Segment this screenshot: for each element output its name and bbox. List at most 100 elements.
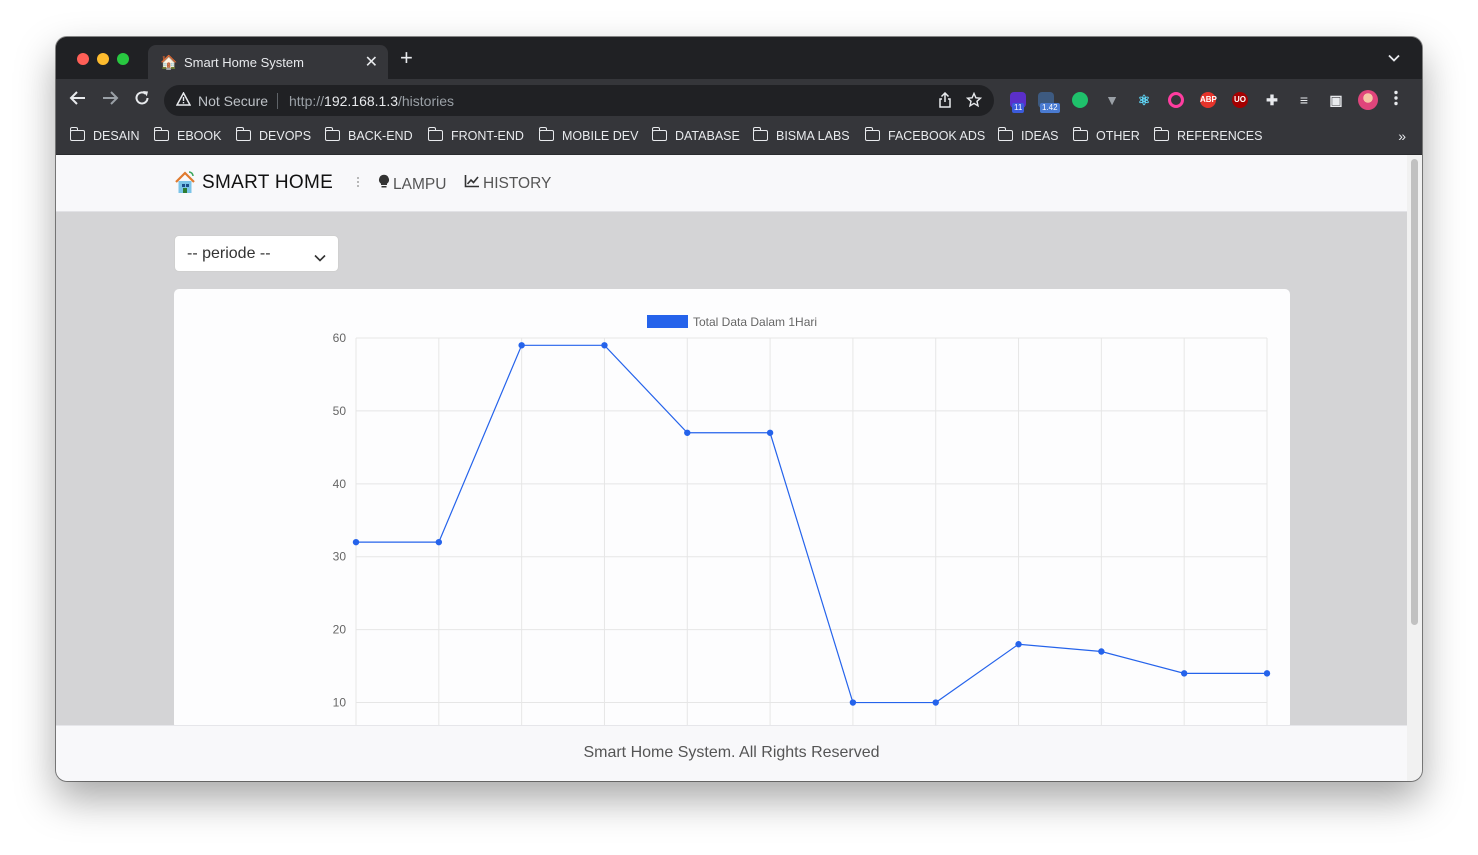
bookmark-folder-ideas[interactable]: IDEAS: [997, 127, 1059, 143]
series-line: [356, 344, 1267, 704]
bookmark-label: DESAIN: [93, 129, 140, 143]
bookmark-label: BACK-END: [348, 129, 413, 143]
data-point: [849, 699, 857, 706]
bookmark-label: IDEAS: [1021, 129, 1059, 143]
data-point: [352, 538, 360, 546]
nav-link-history[interactable]: HISTORY: [464, 174, 551, 193]
bookmark-folder-database[interactable]: DATABASE: [651, 127, 740, 143]
bookmark-folder-devops[interactable]: DEVOPS: [235, 127, 312, 143]
url-text[interactable]: http://192.168.1.3/histories: [289, 93, 454, 109]
folder-icon: [324, 127, 340, 141]
y-tick-label: 50: [333, 404, 347, 418]
green-dot-ext-icon[interactable]: [1072, 92, 1088, 108]
color-ring-ext-icon[interactable]: [1168, 92, 1184, 108]
brand-name: SMART HOME: [202, 172, 334, 193]
y-tick-label: 20: [333, 623, 347, 637]
bookmark-folder-facebook-ads[interactable]: FACEBOOK ADS: [864, 127, 986, 143]
more-menu-icon[interactable]: [1394, 90, 1398, 111]
maximize-window-button[interactable]: [117, 53, 129, 65]
nav-link-lampu-label: LAMPU: [393, 176, 447, 193]
site-navbar: SMART HOME LAMPU HISTORY: [56, 155, 1407, 212]
bookmark-label: REFERENCES: [1177, 129, 1263, 143]
minimize-window-button[interactable]: [97, 53, 109, 65]
new-tab-button[interactable]: +: [400, 47, 413, 69]
nav-link-lampu[interactable]: LAMPU: [378, 174, 446, 194]
bookmark-label: BISMA LABS: [776, 129, 850, 143]
footer-text: Smart Home System. All Rights Reserved: [583, 744, 880, 761]
folder-icon: [864, 127, 880, 141]
data-point: [1180, 670, 1188, 677]
browser-toolbar: Not Secure http://192.168.1.3/histories …: [56, 79, 1422, 122]
tab-close-icon[interactable]: ✕: [365, 52, 378, 72]
bookmark-folder-bisma-labs[interactable]: BISMA LABS: [752, 127, 850, 143]
extensions-icon[interactable]: ✚: [1264, 92, 1280, 108]
folder-icon: [1153, 127, 1169, 141]
folder-icon: [651, 127, 667, 141]
browser-tab[interactable]: 🏠 Smart Home System ✕: [148, 45, 388, 79]
ublock-ext-icon[interactable]: UO: [1232, 92, 1248, 108]
folder-icon: [752, 127, 768, 141]
period-select-value: -- periode --: [187, 245, 271, 262]
bookmark-star-icon[interactable]: [965, 91, 983, 112]
legend-label: Total Data Dalam 1Hari: [693, 315, 817, 329]
history-line-chart: 60 50 40 30 20 10 Total Data Dalam 1Hari: [333, 315, 1271, 729]
extension-badge: 1.42: [1040, 103, 1060, 113]
bookmark-folder-references[interactable]: REFERENCES: [1153, 127, 1263, 143]
y-tick-label: 10: [333, 696, 347, 710]
data-point: [435, 538, 443, 546]
address-bar[interactable]: Not Secure http://192.168.1.3/histories: [164, 85, 994, 116]
line-chart-icon: [464, 174, 480, 191]
url-host: 192.168.1.3: [324, 93, 398, 109]
media-icon[interactable]: ≡: [1296, 92, 1312, 108]
share-icon[interactable]: [938, 91, 952, 112]
bookmark-label: FACEBOOK ADS: [888, 129, 986, 143]
legend-swatch: [647, 315, 688, 328]
period-select[interactable]: -- periode --: [174, 235, 339, 272]
smart-house-icon: [175, 171, 195, 193]
close-window-button[interactable]: [77, 53, 89, 65]
react-ext-icon[interactable]: ⚛: [1136, 92, 1152, 108]
data-point: [766, 429, 774, 436]
bookmark-folder-front-end[interactable]: FRONT-END: [427, 127, 524, 143]
browser-window: 🏠 Smart Home System ✕ + Not Secure http:…: [56, 37, 1422, 781]
reload-icon[interactable]: [133, 89, 151, 112]
chevron-down-icon: [314, 249, 326, 267]
bulb-icon: [378, 174, 390, 192]
bookmark-label: OTHER: [1096, 129, 1140, 143]
url-scheme: http://: [289, 93, 325, 109]
folder-icon: [538, 127, 554, 141]
data-point: [1015, 641, 1022, 648]
bookmark-folder-ebook[interactable]: EBOOK: [153, 127, 222, 143]
data-point: [1098, 648, 1105, 655]
security-label[interactable]: Not Secure: [198, 93, 268, 109]
folder-icon: [69, 127, 85, 141]
bookmark-folder-other[interactable]: OTHER: [1072, 127, 1140, 143]
abp-ext-icon[interactable]: ABP: [1200, 92, 1217, 108]
bookmark-label: DEVOPS: [259, 129, 312, 143]
extension-badge: 11: [1012, 103, 1025, 113]
bookmark-folder-desain[interactable]: DESAIN: [69, 127, 140, 143]
folder-icon: [997, 127, 1013, 141]
page-scrollbar[interactable]: [1407, 155, 1422, 781]
sidepanel-icon[interactable]: ▣: [1328, 92, 1344, 108]
tab-search-chevron-icon[interactable]: [1388, 49, 1400, 65]
site-footer: Smart Home System. All Rights Reserved: [56, 725, 1407, 781]
bookmark-folder-mobile-dev[interactable]: MOBILE DEV: [538, 127, 639, 143]
folder-icon: [153, 127, 169, 141]
warning-icon[interactable]: [175, 91, 192, 109]
vue-ext-icon[interactable]: ▼: [1104, 92, 1120, 108]
back-arrow-icon[interactable]: [69, 89, 87, 112]
profile-avatar[interactable]: [1358, 90, 1378, 110]
omnibox-separator: [277, 93, 278, 109]
tab-strip: 🏠 Smart Home System ✕ +: [56, 37, 1422, 79]
forward-arrow-icon[interactable]: [101, 89, 119, 112]
bookmark-label: DATABASE: [675, 129, 740, 143]
bookmark-label: EBOOK: [177, 129, 222, 143]
bookmarks-overflow-button[interactable]: »: [1398, 128, 1406, 144]
scrollbar-thumb[interactable]: [1411, 159, 1418, 625]
page-viewport: SMART HOME LAMPU HISTORY -- periode -- 6…: [56, 155, 1422, 781]
data-point: [601, 342, 608, 349]
bookmark-folder-back-end[interactable]: BACK-END: [324, 127, 413, 143]
bookmark-label: FRONT-END: [451, 129, 524, 143]
bookmark-label: MOBILE DEV: [562, 129, 639, 143]
